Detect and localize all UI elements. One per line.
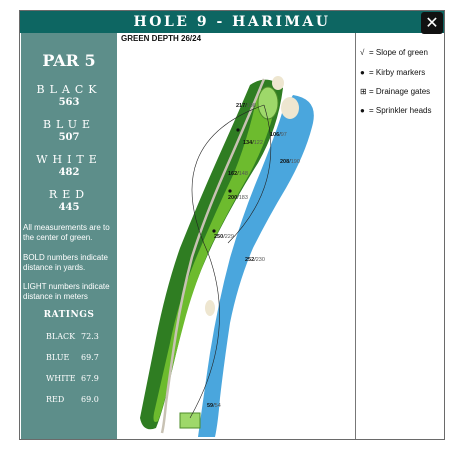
rating-name: RED [46, 395, 65, 404]
tee-white: WHITE 482 [21, 153, 117, 178]
note-bold: BOLD numbers indicate distance in yards. [23, 253, 108, 272]
distance-label: 134/122 [243, 140, 263, 146]
legend-slope: √ = Slope of green [360, 48, 428, 57]
rating-value: 67.9 [81, 374, 99, 383]
tee-blue: BLUE 507 [21, 118, 117, 143]
distance-label: 208/190 [280, 159, 300, 165]
legend-kirby: ● = Kirby markers [360, 68, 425, 77]
par-label: PAR 5 [42, 51, 96, 70]
tee-red: RED 445 [21, 188, 117, 213]
kirby-marker [212, 229, 216, 233]
legend-label: = Kirby markers [369, 68, 426, 77]
info-sidebar: PAR 5 BLACK 563 BLUE 507 WHITE 482 RED 4… [21, 33, 117, 439]
kirby-marker-icon: ● [360, 68, 365, 77]
rating-name: BLACK [46, 332, 76, 341]
sprinkler-head-icon: ● [360, 106, 365, 115]
tee-yards: 563 [58, 97, 80, 108]
tee-black: BLACK 563 [21, 83, 117, 108]
kirby-marker [228, 189, 232, 193]
note-light: LIGHT numbers indicate distance in meter… [23, 282, 110, 301]
ratings-title: RATINGS [43, 310, 95, 320]
distance-label: 106/97 [270, 132, 287, 138]
rating-name: BLUE [46, 353, 70, 362]
tee-box [179, 412, 201, 429]
tee-yards: 507 [58, 132, 80, 143]
rating-name: WHITE [46, 374, 76, 383]
rating-value: 69.0 [81, 395, 99, 404]
legend-drainage: ⊞ = Drainage gates [360, 87, 430, 96]
legend-label: = Slope of green [369, 48, 428, 57]
rating-value: 69.7 [81, 353, 99, 362]
bunker [281, 97, 299, 119]
distance-label: 252/230 [245, 257, 265, 263]
tee-name: BLUE [42, 118, 96, 131]
distance-label: 217/198 [236, 103, 256, 109]
bunker [205, 300, 215, 316]
distance-label: 162/148 [228, 171, 248, 177]
note-center: All measurements are to the center of gr… [23, 223, 110, 242]
distance-label: 250/229 [214, 234, 234, 240]
tee-yards: 445 [58, 202, 80, 213]
tee-name: RED [48, 188, 90, 201]
legend-label: = Drainage gates [369, 87, 431, 96]
kirby-marker [236, 128, 240, 132]
slope-check-icon: √ [360, 48, 365, 57]
legend-sprinkler: ● = Sprinkler heads [360, 106, 431, 115]
hole-card: HOLE 9 - HARIMAU PAR 5 BLACK 563 BLUE 50… [19, 10, 445, 440]
hole-map: GREEN DEPTH 26/24 217/198 106/97 134/122… [118, 33, 356, 439]
rating-value: 72.3 [81, 332, 99, 341]
drainage-gate-icon: ⊞ [360, 87, 367, 96]
distance-label: 200/183 [228, 195, 248, 201]
distance-label: 59/54 [207, 403, 221, 409]
legend-label: = Sprinkler heads [369, 106, 432, 115]
tee-yards: 482 [58, 167, 80, 178]
hole-layout-graphic: 217/198 106/97 134/122 208/190 162/148 2… [140, 76, 314, 437]
tee-name: WHITE [36, 153, 102, 166]
hole-title: HOLE 9 - HARIMAU [20, 11, 444, 33]
putting-green [257, 86, 279, 120]
close-button[interactable]: ✕ [421, 12, 443, 34]
bunker [272, 76, 284, 90]
tee-name: BLACK [36, 83, 102, 96]
